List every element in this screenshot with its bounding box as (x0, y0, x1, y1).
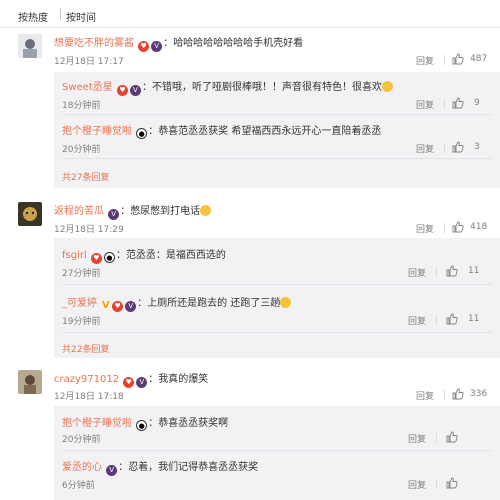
heart-badge-icon: ♥ (138, 41, 150, 52)
reply-list: fsgirl ♥ ● ：范丞丞：是福西西选的 27分钟前 回复 11 _可爱婷 V ♥… (54, 238, 500, 358)
laugh-emoji-icon (200, 205, 212, 216)
reply-button[interactable]: 回复 (408, 478, 426, 491)
comment-time: 12月18日 17:17 (54, 57, 124, 67)
reply-time: 20分钟前 (62, 435, 101, 445)
reply-item: _可爱婷 V ♥ V ：上厕所还是跑去的 还跑了三趟 19分钟前 回复 11 (62, 297, 480, 327)
thumbs-up-icon[interactable] (452, 221, 464, 233)
comment-username[interactable]: 想要吃不胖的雾酱 (54, 38, 134, 49)
reply-item: Sweet丞星 ♥ V ：不错哦，听了哑剧很棒哦！！声音很有特色！很喜欢 18分钟前… (62, 81, 480, 111)
avatar[interactable] (18, 34, 42, 58)
like-count: 487 (470, 54, 488, 64)
thumbs-up-icon[interactable] (446, 431, 458, 443)
like-count: 418 (470, 222, 488, 232)
reply-username[interactable]: 抱个橙子睡觉啦 (62, 418, 132, 429)
reply-button[interactable]: 回复 (416, 389, 434, 402)
reply-text: 恭喜范丞丞获奖 希望福西西永远开心一直陪着丞丞 (158, 126, 382, 137)
reply-button[interactable]: 回复 (408, 266, 426, 279)
avatar-image (18, 34, 42, 58)
sort-by-hot[interactable]: 按热度 (18, 9, 48, 24)
sort-divider (60, 8, 61, 20)
smile-emoji-icon (381, 81, 393, 92)
reply-text: 上厕所还是跑去的 还跑了三趟 (147, 298, 281, 309)
reply-item: fsgirl ♥ ● ：范丞丞：是福西西选的 27分钟前 回复 11 (62, 250, 480, 279)
reply-username[interactable]: 爱丞的心 (62, 462, 102, 473)
comment-text: 憋尿憋到打电话 (130, 206, 201, 217)
sort-by-time[interactable]: 按时间 (66, 9, 96, 24)
thumbs-up-icon[interactable] (446, 477, 458, 489)
like-count: 336 (470, 389, 488, 399)
more-replies-link[interactable]: 共27条回复 (62, 170, 109, 183)
comment-text: 哈哈哈哈哈哈哈哈手机壳好看 (173, 38, 304, 49)
reply-time: 6分钟前 (62, 481, 95, 491)
reply-time: 27分钟前 (62, 269, 101, 279)
heart-badge-icon: ♥ (116, 85, 128, 96)
reply-username[interactable]: Sweet丞星 (62, 82, 113, 93)
comment-text-line: 返程的苦瓜 V ：憋尿憋到打电话 (54, 202, 212, 220)
heart-badge-icon: ♥ (112, 301, 124, 312)
thumbs-up-icon[interactable] (452, 53, 464, 65)
comment: 想要吃不胖的雾酱 ♥ V ：哈哈哈哈哈哈哈哈手机壳好看 12月18日 17:17 回… (0, 30, 500, 190)
reply-time: 20分钟前 (62, 145, 101, 155)
thumbs-up-icon[interactable] (446, 265, 458, 277)
reply-time: 19分钟前 (62, 317, 101, 327)
reply-time: 18分钟前 (62, 101, 101, 111)
panda-badge-icon: ● (136, 420, 148, 431)
reply-username[interactable]: fsgirl (62, 250, 87, 261)
comment-text-line: crazy971012 ♥ V ：我真的爆笑 (54, 374, 209, 388)
comment-time: 12月18日 17:29 (54, 225, 124, 235)
v-badge-icon: V (101, 300, 110, 311)
reply-list: Sweet丞星 ♥ V ：不错哦，听了哑剧很棒哦！！声音很有特色！很喜欢 18分钟前… (54, 72, 500, 188)
reply-text: 范丞丞：是福西西选的 (125, 250, 226, 261)
heart-badge-icon: ♥ (90, 253, 102, 264)
more-replies-link[interactable]: 共22条回复 (62, 342, 109, 355)
comment-text-line: 想要吃不胖的雾酱 ♥ V ：哈哈哈哈哈哈哈哈手机壳好看 (54, 38, 304, 52)
panda-badge-icon: ● (136, 128, 148, 139)
reply-item: 抱个橙子睡觉啦 ● ：恭喜范丞丞获奖 希望福西西永远开心一直陪着丞丞 20分钟前 … (62, 126, 480, 155)
reply-text: 不错哦，听了哑剧很棒哦！！声音很有特色！很喜欢 (151, 82, 382, 93)
avatar[interactable] (18, 370, 42, 394)
comment-username[interactable]: crazy971012 (54, 374, 119, 385)
vip-badge-icon: V (108, 209, 120, 220)
reply-item: 爱丞的心 V ：忍着，我们记得恭喜丞丞获奖 6分钟前 回复 (54, 452, 500, 498)
panda-badge-icon: ● (103, 252, 115, 263)
like-count: 3 (474, 142, 480, 152)
like-count: 11 (468, 314, 480, 324)
reply-username[interactable]: 抱个橙子睡觉啦 (62, 126, 132, 137)
reply-button[interactable]: 回复 (416, 98, 434, 111)
thumbs-up-icon[interactable] (452, 97, 464, 109)
reply-button[interactable]: 回复 (408, 314, 426, 327)
reply-button[interactable]: 回复 (416, 142, 434, 155)
thumbs-up-icon[interactable] (452, 141, 464, 153)
vip-badge-icon: V (106, 465, 118, 476)
dog-emoji-icon (280, 297, 292, 308)
heart-badge-icon: ♥ (123, 377, 135, 388)
reply-text: 恭喜丞丞获奖啊 (158, 418, 229, 429)
reply-list: 抱个橙子睡觉啦 ● ：恭喜丞丞获奖啊 20分钟前 回复 爱丞的心 V ：忍着，我们记… (54, 406, 500, 500)
sort-bar: 按热度 按时间 (0, 0, 500, 28)
vip-badge-icon: V (129, 85, 141, 96)
comment-username[interactable]: 返程的苦瓜 (54, 206, 104, 217)
reply-item: 抱个橙子睡觉啦 ● ：恭喜丞丞获奖啊 20分钟前 回复 (54, 406, 500, 448)
vip-badge-icon: V (136, 377, 148, 388)
like-count: 9 (474, 98, 480, 108)
comment: 返程的苦瓜 V ：憋尿憋到打电话 12月18日 17:29 回复 418 fsgi… (0, 200, 500, 360)
like-count: 11 (468, 266, 480, 276)
reply-button[interactable]: 回复 (416, 54, 434, 67)
reply-button[interactable]: 回复 (416, 222, 434, 235)
reply-text: 忍着，我们记得恭喜丞丞获奖 (128, 462, 259, 473)
vip-badge-icon: V (125, 301, 137, 312)
comment-text: 我真的爆笑 (158, 374, 209, 385)
avatar-image (18, 370, 42, 394)
avatar[interactable] (18, 202, 42, 226)
comment-time: 12月18日 17:18 (54, 392, 124, 402)
avatar-image (18, 202, 42, 226)
reply-username[interactable]: _可爱婷 (62, 298, 97, 309)
comment: crazy971012 ♥ V ：我真的爆笑 12月18日 17:18 回复 336… (0, 368, 500, 500)
vip-badge-icon: V (151, 41, 163, 52)
thumbs-up-icon[interactable] (446, 313, 458, 325)
reply-button[interactable]: 回复 (408, 432, 426, 445)
thumbs-up-icon[interactable] (452, 388, 464, 400)
